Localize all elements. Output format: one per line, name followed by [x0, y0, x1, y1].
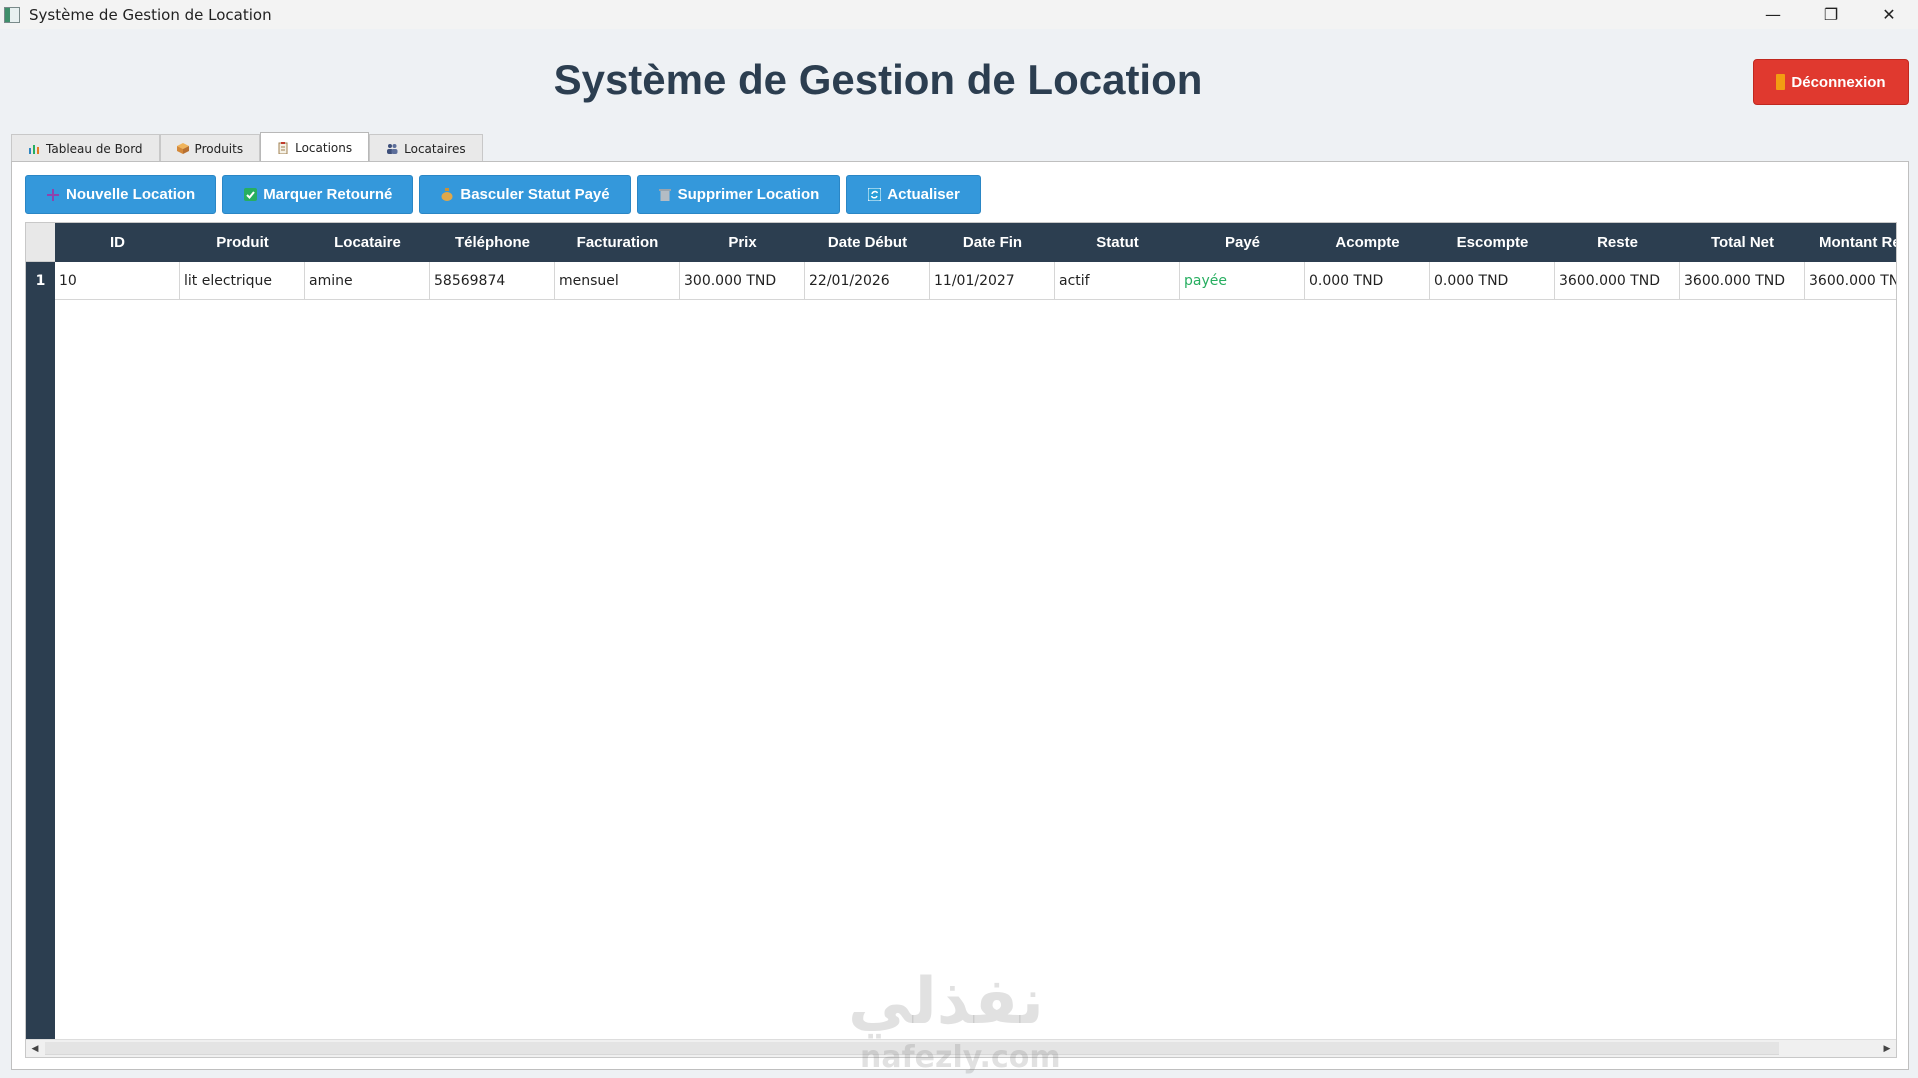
column-header-date-fin[interactable]: Date Fin [930, 223, 1055, 262]
mark-returned-button[interactable]: Marquer Retourné [222, 175, 414, 214]
row-number[interactable]: 1 [26, 262, 55, 300]
box-icon [176, 143, 189, 154]
cell-date-debut[interactable]: 22/01/2026 [805, 262, 930, 299]
scrollbar-thumb[interactable] [45, 1042, 1779, 1055]
app-icon [4, 6, 20, 23]
money-bag-icon [440, 188, 454, 202]
column-header-id[interactable]: ID [55, 223, 180, 262]
row-header: 1 [26, 223, 55, 1040]
cell-acompte[interactable]: 0.000 TND [1305, 262, 1430, 299]
clipboard-icon [277, 142, 289, 155]
cell-statut[interactable]: actif [1055, 262, 1180, 299]
tab-locataires[interactable]: Locataires [369, 134, 483, 162]
new-location-label: Nouvelle Location [66, 186, 196, 203]
tab-locations[interactable]: Locations [260, 132, 370, 162]
toggle-paid-label: Basculer Statut Payé [460, 186, 610, 203]
cell-id[interactable]: 10 [55, 262, 180, 299]
cell-locataire[interactable]: amine [305, 262, 430, 299]
toggle-paid-button[interactable]: Basculer Statut Payé [419, 175, 631, 214]
cell-date-fin[interactable]: 11/01/2027 [930, 262, 1055, 299]
column-header-paye[interactable]: Payé [1180, 223, 1305, 262]
column-header-statut[interactable]: Statut [1055, 223, 1180, 262]
scroll-right-arrow-icon[interactable]: ▶ [1878, 1040, 1896, 1057]
column-header-locataire[interactable]: Locataire [305, 223, 430, 262]
window-title: Système de Gestion de Location [29, 5, 272, 24]
logout-button[interactable]: Déconnexion [1753, 59, 1909, 105]
cell-escompte[interactable]: 0.000 TND [1430, 262, 1555, 299]
column-header-total-net[interactable]: Total Net [1680, 223, 1805, 262]
door-icon [1776, 74, 1786, 90]
refresh-icon [867, 188, 881, 202]
page-title: Système de Gestion de Location [553, 56, 1203, 103]
tab-bar: Tableau de Bord Produits Locations Locat… [11, 132, 483, 162]
chart-icon [28, 143, 40, 154]
column-header-prix[interactable]: Prix [680, 223, 805, 262]
table-grid: ID Produit Locataire Téléphone Facturati… [55, 223, 1896, 300]
column-header-reste[interactable]: Reste [1555, 223, 1680, 262]
locations-panel: Nouvelle Location Marquer Retourné Bascu… [11, 161, 1909, 1070]
cell-reste[interactable]: 3600.000 TND [1555, 262, 1680, 299]
toolbar: Nouvelle Location Marquer Retourné Bascu… [25, 175, 981, 214]
locations-table[interactable]: 1 ID Produit Locataire Téléphone Factura… [25, 222, 1897, 1058]
horizontal-scrollbar[interactable]: ◀ ▶ [26, 1039, 1896, 1057]
plus-icon [46, 188, 60, 202]
cell-prix[interactable]: 300.000 TND [680, 262, 805, 299]
column-header-date-debut[interactable]: Date Début [805, 223, 930, 262]
cell-telephone[interactable]: 58569874 [430, 262, 555, 299]
cell-paye[interactable]: payée [1180, 262, 1305, 299]
refresh-label: Actualiser [887, 186, 960, 203]
mark-returned-label: Marquer Retourné [263, 186, 393, 203]
delete-location-label: Supprimer Location [677, 186, 820, 203]
window-titlebar: Système de Gestion de Location — ❐ ✕ [0, 0, 1918, 29]
cell-facturation[interactable]: mensuel [555, 262, 680, 299]
users-icon [386, 143, 398, 154]
new-location-button[interactable]: Nouvelle Location [25, 175, 217, 214]
column-header-produit[interactable]: Produit [180, 223, 305, 262]
column-header-acompte[interactable]: Acompte [1305, 223, 1430, 262]
column-header-montant[interactable]: Montant Re [1805, 223, 1896, 262]
tab-label: Locations [295, 140, 353, 155]
table-corner[interactable] [26, 223, 55, 262]
refresh-button[interactable]: Actualiser [846, 175, 981, 214]
cell-montant[interactable]: 3600.000 TND [1805, 262, 1896, 299]
check-icon [243, 188, 257, 202]
tab-produits[interactable]: Produits [159, 134, 261, 162]
cell-produit[interactable]: lit electrique [180, 262, 305, 299]
column-header-escompte[interactable]: Escompte [1430, 223, 1555, 262]
tab-label: Tableau de Bord [46, 141, 143, 156]
logout-button-label: Déconnexion [1791, 73, 1886, 91]
window-controls: — ❐ ✕ [1744, 0, 1918, 29]
column-header-facturation[interactable]: Facturation [555, 223, 680, 262]
cell-total-net[interactable]: 3600.000 TND [1680, 262, 1805, 299]
maximize-button[interactable]: ❐ [1802, 0, 1860, 29]
tab-label: Locataires [404, 141, 466, 156]
tab-label: Produits [194, 141, 244, 156]
minimize-button[interactable]: — [1744, 0, 1802, 29]
column-header-telephone[interactable]: Téléphone [430, 223, 555, 262]
delete-location-button[interactable]: Supprimer Location [636, 175, 841, 214]
trash-icon [658, 188, 672, 202]
close-button[interactable]: ✕ [1860, 0, 1918, 29]
table-header-row: ID Produit Locataire Téléphone Facturati… [55, 223, 1896, 262]
scroll-left-arrow-icon[interactable]: ◀ [26, 1040, 44, 1057]
table-row[interactable]: 10 lit electrique amine 58569874 mensuel… [55, 262, 1896, 300]
tab-tableau-de-bord[interactable]: Tableau de Bord [11, 134, 160, 162]
